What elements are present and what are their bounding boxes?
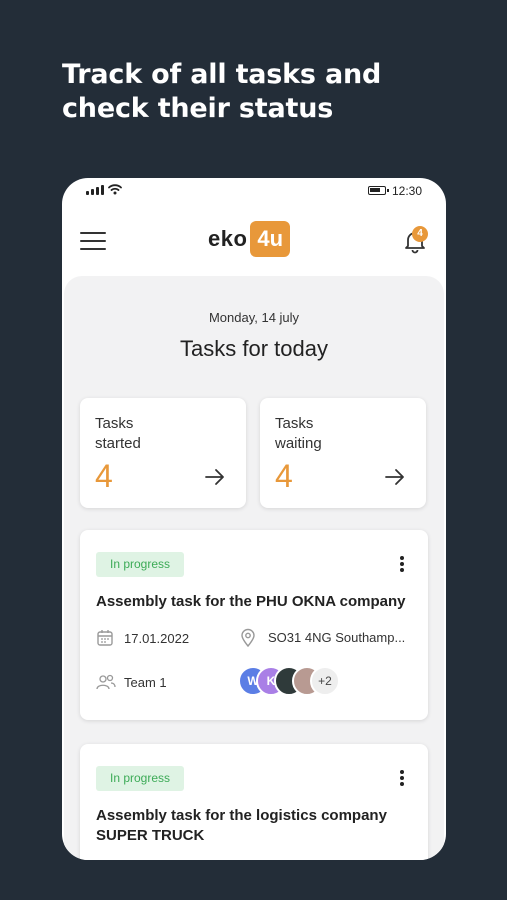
stat-label: Tasks started [95, 414, 195, 454]
task-date: 17.01.2022 [124, 631, 190, 646]
task-title: Assembly task for the PHU OKNA company [96, 593, 406, 610]
calendar-icon [97, 630, 113, 646]
hamburger-menu-icon[interactable] [80, 232, 106, 250]
stat-count: 4 [95, 458, 113, 494]
stat-label-line-2: started [95, 435, 141, 452]
app-bar: eko 4u 4 [62, 204, 446, 276]
signal-icon [86, 185, 104, 195]
stat-label-line-1: Tasks [95, 415, 134, 432]
headline-line-2: check their status [62, 93, 334, 124]
task-title-line-1: Assembly task for the logistics company [96, 807, 387, 824]
task-title: Assembly task for the logistics company … [96, 806, 416, 846]
tasks-panel: Monday, 14 july Tasks for today Tasks st… [64, 276, 444, 860]
stat-count: 4 [275, 458, 293, 494]
stat-label-line-2: waiting [275, 435, 322, 452]
team-icon [96, 674, 116, 690]
phone-screen: 12:30 eko 4u 4 Monday, 14 july Tasks for… [62, 178, 446, 860]
current-date: Monday, 14 july [208, 310, 300, 325]
task-title-line-2: SUPER TRUCK [96, 827, 205, 844]
stat-label: Tasks waiting [275, 414, 375, 454]
logo-text: eko [208, 226, 248, 251]
task-team: Team 1 [124, 675, 167, 690]
more-members-count: +2 [310, 666, 340, 696]
status-bar: 12:30 [62, 178, 446, 204]
task-card[interactable]: In progress Assembly task for the PHU OK… [80, 530, 428, 720]
arrow-right-icon [385, 469, 404, 485]
status-time: 12:30 [392, 184, 423, 198]
promo-headline: Track of all tasks and check their statu… [62, 58, 462, 126]
task-card[interactable]: In progress Assembly task for the logist… [80, 744, 428, 860]
tasks-waiting-card[interactable]: Tasks waiting 4 [260, 398, 426, 508]
task-location: SO31 4NG Southamp... [268, 630, 406, 645]
tasks-started-card[interactable]: Tasks started 4 [80, 398, 246, 508]
app-logo: eko 4u [208, 220, 291, 258]
status-badge: In progress [96, 552, 185, 577]
wifi-icon [108, 184, 122, 195]
stat-label-line-1: Tasks [275, 415, 314, 432]
location-pin-icon [241, 628, 255, 648]
more-options-icon[interactable] [392, 770, 412, 788]
battery-icon [368, 186, 389, 195]
arrow-right-icon [205, 469, 224, 485]
more-options-icon[interactable] [392, 556, 412, 574]
status-badge: In progress [96, 766, 185, 791]
page-title: Tasks for today [180, 336, 328, 361]
logo-badge: 4u [250, 221, 291, 257]
headline-line-1: Track of all tasks and [62, 59, 382, 90]
notification-count-badge: 4 [412, 226, 428, 242]
